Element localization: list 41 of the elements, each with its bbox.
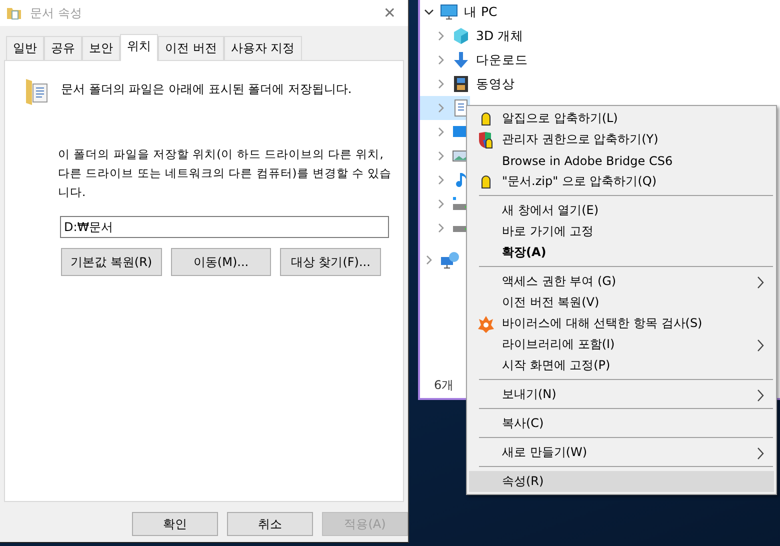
dialog-button[interactable]: 확인	[132, 512, 218, 536]
tab[interactable]: 사용자 지정	[224, 36, 302, 60]
window-title: 문서 속성	[30, 4, 83, 22]
tree-label: 내 PC	[464, 4, 498, 20]
action-button[interactable]: 대상 찾기(F)...	[280, 248, 382, 276]
tree-label: 다운로드	[476, 52, 528, 68]
menu-item[interactable]: 관리자 권한으로 압축하기(Y)	[469, 129, 774, 150]
tree-item[interactable]: 동영상	[420, 72, 515, 96]
menu-item[interactable]: 시작 화면에 고정(P)	[469, 355, 774, 376]
tree-label: 3D 개체	[476, 28, 524, 44]
action-button[interactable]: 이동(M)...	[170, 248, 272, 276]
tab[interactable]: 이전 버전	[158, 36, 224, 60]
menu-item[interactable]: 바로 가기에 고정	[469, 221, 774, 242]
menu-item[interactable]: 이전 버전 복원(V)	[469, 292, 774, 313]
menu-item[interactable]: 라이브러리에 포함(I)	[469, 334, 774, 355]
action-button[interactable]: 기본값 복원(R)	[61, 248, 162, 276]
tree-item[interactable]: 다운로드	[420, 48, 528, 72]
menu-item[interactable]: 바이러스에 대해 선택한 항목 검사(S)	[469, 313, 774, 334]
description-text: 이 폴더의 파일을 저장할 위치(이 하드 드라이브의 다른 위치, 다른 드라이브 또는 네트워크의 다른 컴퓨터)를 변경할 수 있습니다.	[58, 146, 393, 201]
menu-item[interactable]: 알집으로 압축하기(L)	[469, 108, 774, 129]
tab[interactable]: 위치	[120, 34, 158, 61]
tree-label: 동영상	[476, 76, 515, 92]
info-text: 문서 폴더의 파일은 아래에 표시된 폴더에 저장됩니다.	[61, 80, 352, 98]
menu-item[interactable]: 확장(A)	[469, 242, 774, 263]
menu-item[interactable]: 복사(C)	[469, 413, 774, 434]
tree-item[interactable]: 내 PC	[420, 0, 498, 24]
menu-item[interactable]: Browse in Adobe Bridge CS6	[469, 150, 774, 171]
tab[interactable]: 보안	[82, 36, 120, 60]
menu-item[interactable]: 새로 만들기(W)	[469, 442, 774, 463]
tab[interactable]: 일반	[6, 36, 44, 60]
path-field[interactable]: D:₩문서	[60, 216, 389, 238]
tab[interactable]: 공유	[44, 36, 82, 60]
menu-item[interactable]: 액세스 권한 부여 (G)	[469, 271, 774, 292]
status-text: 6개	[434, 377, 454, 394]
menu-item[interactable]: 새 창에서 열기(E)	[469, 200, 774, 221]
close-button[interactable]: ✕	[371, 4, 408, 22]
tree-item[interactable]: 3D 개체	[420, 24, 524, 48]
menu-item[interactable]: 속성(R)	[469, 471, 774, 492]
menu-item[interactable]: 보내기(N)	[469, 384, 774, 405]
menu-item[interactable]: "문서.zip" 으로 압축하기(Q)	[469, 171, 774, 192]
dialog-button[interactable]: 취소	[227, 512, 313, 536]
